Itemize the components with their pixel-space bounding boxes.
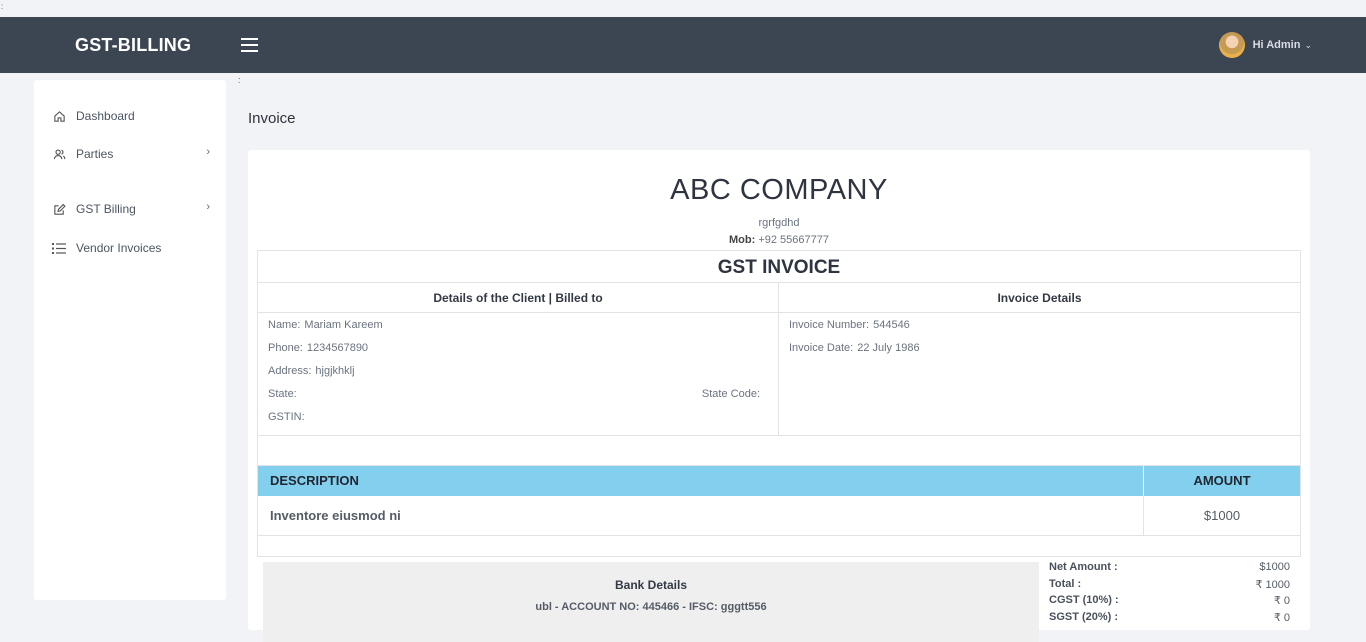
- chevron-down-icon[interactable]: ⌄: [1304, 40, 1312, 51]
- edit-icon: [52, 202, 66, 216]
- table-cell-amount: $1000: [1203, 508, 1241, 523]
- sgst-row: SGST (20%) : ₹ 0: [1049, 610, 1290, 624]
- breadcrumb-separator: :: [238, 75, 241, 85]
- sidebar-item-label: Parties: [76, 147, 114, 161]
- home-icon: [52, 109, 66, 123]
- users-icon: [52, 147, 66, 161]
- top-navbar: GST-BILLING Hi Admin ⌄: [0, 17, 1366, 73]
- chevron-right-icon: ›: [206, 201, 210, 213]
- sidebar-item-gst-billing[interactable]: GST Billing ›: [52, 198, 210, 220]
- bank-account-line: ubl - ACCOUNT NO: 445466 - IFSC: gggtt55…: [535, 601, 767, 613]
- brand-logo[interactable]: GST-BILLING: [75, 17, 191, 73]
- mobile-value: +92 55667777: [758, 234, 829, 246]
- invoice-card: ABC COMPANY rgrfgdhd Mob: +92 55667777 G…: [248, 150, 1310, 642]
- bank-details: Bank Details ubl - ACCOUNT NO: 445466 - …: [263, 562, 1039, 642]
- table-footer-divider: [257, 535, 1301, 557]
- invoice-details-heading: Invoice Details: [778, 282, 1301, 313]
- column-header-amount: AMOUNT: [1144, 466, 1300, 496]
- company-name: ABC COMPANY: [670, 174, 888, 206]
- client-section-heading: Details of the Client | Billed to: [257, 282, 779, 313]
- totals-summary: Net Amount : $1000 Total : ₹ 1000 CGST (10…: [1049, 561, 1290, 627]
- mobile-label: Mob:: [729, 234, 756, 246]
- user-menu[interactable]: Hi Admin ⌄: [1218, 31, 1312, 59]
- sidebar-item-label: Dashboard: [76, 109, 135, 123]
- net-amount-row: Net Amount : $1000: [1049, 561, 1290, 573]
- total-row: Total : ₹ 1000: [1049, 577, 1290, 591]
- company-mobile: Mob: +92 55667777: [248, 234, 1310, 246]
- bank-details-title: Bank Details: [614, 578, 688, 592]
- client-details: Name: Mariam Kareem Phone: 1234567890 Addr…: [257, 312, 779, 436]
- sidebar-item-label: GST Billing: [76, 202, 136, 216]
- client-address: Address: hjgjkhklj: [268, 365, 355, 377]
- client-state-code: State Code:: [701, 388, 760, 400]
- items-table: DESCRIPTION AMOUNT Inventore eiusmod ni …: [257, 465, 1301, 536]
- list-icon: [52, 241, 66, 255]
- sidebar: Dashboard Parties › GST Billing › Vendor…: [34, 80, 226, 600]
- avatar[interactable]: [1218, 32, 1245, 58]
- invoice-number: Invoice Number: 544546: [789, 319, 910, 331]
- section-divider: [257, 435, 1301, 467]
- sidebar-item-parties[interactable]: Parties ›: [52, 143, 210, 165]
- client-name: Name: Mariam Kareem: [268, 319, 383, 331]
- cgst-row: CGST (10%) : ₹ 0: [1049, 594, 1290, 607]
- client-phone: Phone: 1234567890: [268, 342, 369, 354]
- page-title: Invoice: [248, 110, 296, 127]
- sidebar-item-vendor-invoices[interactable]: Vendor Invoices: [52, 237, 210, 259]
- table-cell-description: Inventore eiusmod ni: [258, 496, 1144, 536]
- client-state: State:: [268, 388, 297, 400]
- chevron-right-icon: ›: [206, 146, 210, 158]
- column-header-description: DESCRIPTION: [258, 466, 1144, 496]
- company-address: rgrfgdhd: [758, 217, 800, 229]
- client-gstin: GSTIN:: [268, 411, 305, 423]
- invoice-details: Invoice Number: 544546 Invoice Date: 22 Ju…: [778, 312, 1301, 436]
- invoice-type-title: GST INVOICE: [257, 250, 1301, 283]
- corner-mark: :: [1, 2, 4, 11]
- sidebar-item-dashboard[interactable]: Dashboard: [52, 105, 210, 127]
- user-greeting[interactable]: Hi Admin: [1253, 39, 1301, 51]
- invoice-date: Invoice Date: 22 July 1986: [789, 342, 920, 354]
- menu-toggle-icon[interactable]: [241, 38, 258, 52]
- sidebar-item-label: Vendor Invoices: [76, 241, 162, 255]
